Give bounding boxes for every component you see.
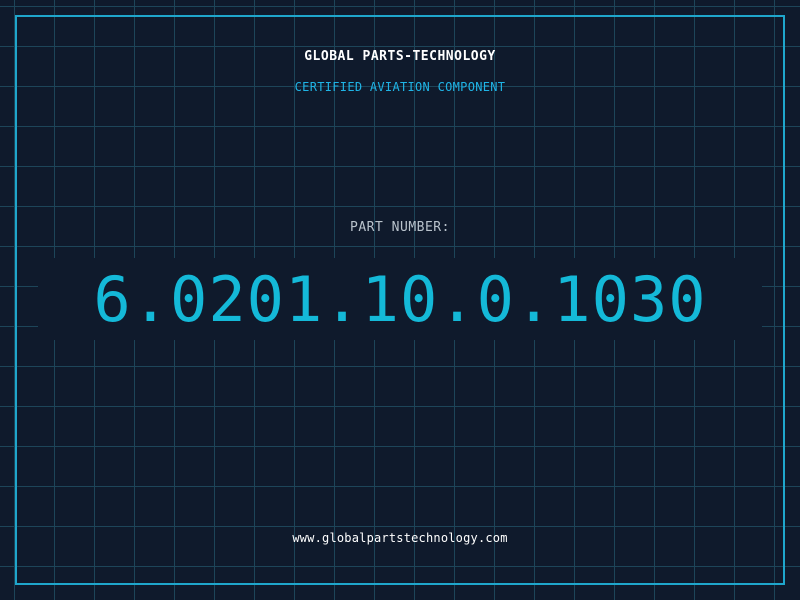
part-number-value: 6.0201.10.0.1030 bbox=[93, 263, 707, 336]
brand-title: GLOBAL PARTS-TECHNOLOGY bbox=[304, 49, 496, 64]
website-url: www.globalpartstechnology.com bbox=[292, 531, 508, 545]
part-number-label: PART NUMBER: bbox=[350, 220, 450, 235]
certification-subtitle: CERTIFIED AVIATION COMPONENT bbox=[294, 80, 506, 94]
